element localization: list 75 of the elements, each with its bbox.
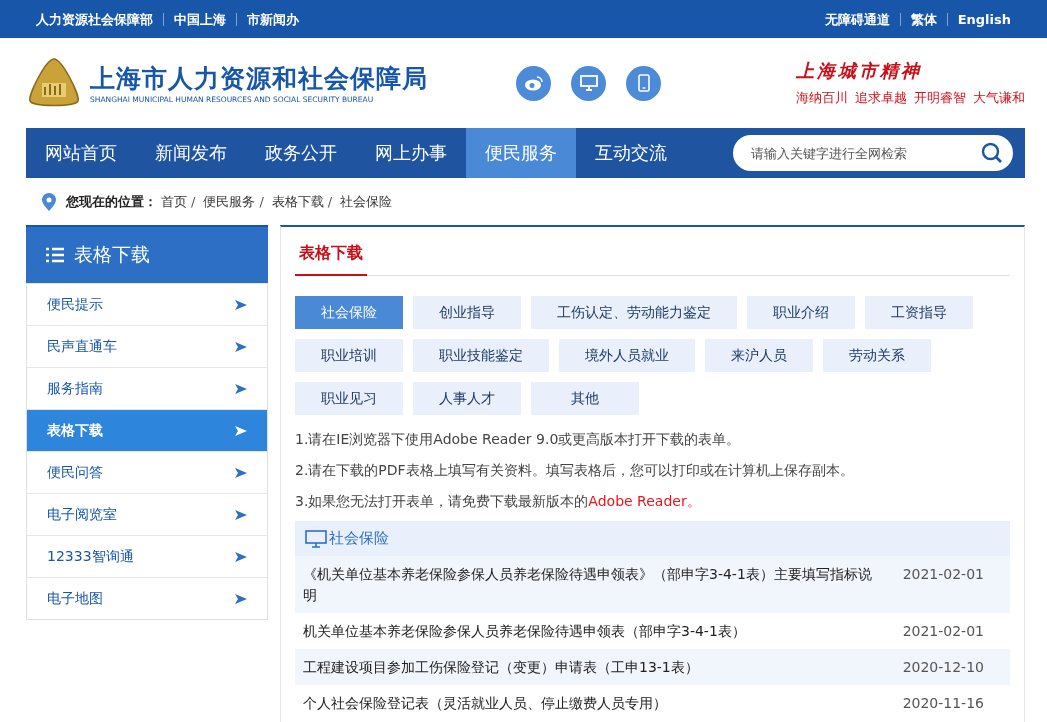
section-title: 表格下载 <box>295 243 367 276</box>
form-link[interactable]: 机关单位基本养老保险参保人员养老保险待遇申领表（部申字3-4-1表） <box>303 621 883 642</box>
desktop-link[interactable] <box>571 65 606 101</box>
download-link[interactable]: Adobe Reader。 <box>588 493 701 509</box>
list-title: 社会保险 <box>329 529 389 548</box>
location-pin-icon <box>42 192 56 211</box>
nav-item[interactable]: 网上办事 <box>356 128 466 178</box>
instruction-text: 2.请在下载的PDF表格上填写有关资料。填写表格后，您可以打印或在计算机上保存副本。 <box>295 461 855 480</box>
category-tab[interactable]: 其他 <box>531 382 639 415</box>
logo-icon <box>26 57 82 109</box>
top-link[interactable]: 人力资源社会保障部 <box>26 12 163 26</box>
nav-item[interactable]: 新闻发布 <box>136 128 246 178</box>
category-tab[interactable]: 境外人员就业 <box>559 339 695 372</box>
breadcrumb-separator: / <box>191 194 196 209</box>
category-tab[interactable]: 人事人才 <box>413 382 521 415</box>
form-link[interactable]: 《机关单位基本养老保险参保人员养老保险待遇申领表》（部申字3-4-1表）主要填写指标说明 <box>303 564 883 606</box>
category-tab[interactable]: 职业技能鉴定 <box>413 339 549 372</box>
nav-item[interactable]: 便民服务 <box>466 128 576 178</box>
category-tab[interactable]: 来沪人员 <box>705 339 813 372</box>
category-tab[interactable]: 职业介绍 <box>747 296 855 329</box>
sidebar-item[interactable]: 表格下载 <box>27 409 267 451</box>
nav-item[interactable]: 政务公开 <box>246 128 356 178</box>
arrow-icon <box>235 341 247 352</box>
top-link[interactable]: 繁体 <box>899 12 947 26</box>
mobile-link[interactable] <box>626 65 661 101</box>
category-tab[interactable]: 工伤认定、劳动能力鉴定 <box>531 296 737 329</box>
instruction-text: 3.如果您无法打开表单，请免费下载最新版本的Adobe Reader。 <box>295 492 702 511</box>
arrow-icon <box>235 509 247 520</box>
breadcrumb-link[interactable]: 社会保险 <box>340 192 393 211</box>
arrow-icon <box>235 425 247 436</box>
monitor-icon <box>305 529 327 548</box>
category-tab[interactable]: 职业见习 <box>295 382 403 415</box>
weibo-icon <box>523 75 544 91</box>
category-tab[interactable]: 创业指导 <box>413 296 521 329</box>
weibo-link[interactable] <box>516 65 551 101</box>
nav-item[interactable]: 互动交流 <box>576 128 686 178</box>
monitor-icon <box>579 75 598 91</box>
arrow-icon <box>235 299 247 310</box>
instruction-text: 1.请在IE浏览器下使用Adobe Reader 9.0或更高版本打开下载的表单。 <box>295 430 742 449</box>
category-tab[interactable]: 职业培训 <box>295 339 403 372</box>
site-title: 上海市人力资源和社会保障局 <box>90 63 428 95</box>
breadcrumb-link[interactable]: 首页 <box>161 192 187 211</box>
sidebar-title: 表格下载 <box>74 242 150 267</box>
top-link[interactable]: English <box>946 12 1021 26</box>
breadcrumb-label: 您现在的位置： <box>66 192 157 211</box>
arrow-icon <box>235 551 247 562</box>
form-link[interactable]: 工程建设项目参加工伤保险登记（变更）申请表（工申13-1表） <box>303 657 883 678</box>
breadcrumb-link[interactable]: 表格下载 <box>271 192 324 211</box>
list-icon <box>46 247 64 263</box>
form-date: 2021-02-01 <box>902 622 984 641</box>
category-tab[interactable]: 工资指导 <box>865 296 973 329</box>
spirit-title: 上海城市精神 <box>796 59 922 83</box>
arrow-icon <box>235 383 247 394</box>
arrow-icon <box>235 593 247 604</box>
spirit-phrase: 海纳百川 <box>796 89 848 107</box>
spirit-phrase: 开明睿智 <box>914 89 966 107</box>
form-link[interactable]: 个人社会保险登记表（灵活就业人员、停止缴费人员专用） <box>303 693 883 714</box>
top-link[interactable]: 无障碍通道 <box>814 12 900 26</box>
form-date: 2021-02-01 <box>902 565 984 584</box>
top-link[interactable]: 中国上海 <box>163 12 236 26</box>
breadcrumb-link[interactable]: 便民服务 <box>203 192 256 211</box>
breadcrumb-separator: / <box>259 194 264 209</box>
search-field[interactable]: 请输入关键字进行全网检索 <box>733 135 1013 171</box>
category-tab[interactable]: 社会保险 <box>295 296 403 329</box>
breadcrumb-separator: / <box>327 194 333 209</box>
arrow-icon <box>235 467 247 478</box>
form-date: 2020-11-16 <box>902 694 984 713</box>
form-date: 2020-12-10 <box>902 658 984 677</box>
nav-item[interactable]: 网站首页 <box>26 128 136 178</box>
phone-icon <box>637 74 650 92</box>
spirit-phrase: 大气谦和 <box>973 89 1025 107</box>
search-icon[interactable] <box>981 142 1003 164</box>
category-tab[interactable]: 劳动关系 <box>823 339 931 372</box>
spirit-phrase: 追求卓越 <box>855 89 907 107</box>
top-link[interactable]: 市新闻办 <box>236 12 309 26</box>
